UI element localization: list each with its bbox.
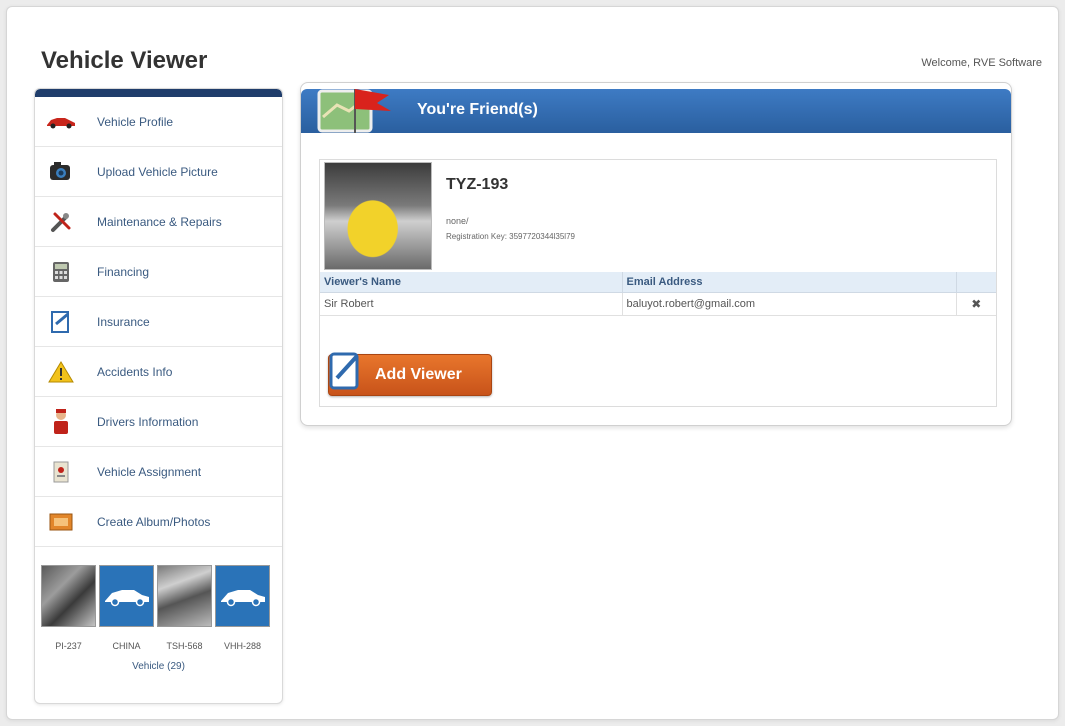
delete-icon[interactable]: ✖	[956, 292, 996, 316]
sidebar-item-upload-picture[interactable]: Upload Vehicle Picture	[35, 147, 282, 197]
sidebar-item-label: Accidents Info	[97, 364, 173, 379]
sidebar-item-label: Vehicle Assignment	[97, 464, 202, 479]
sidebar: Vehicle Profile Upload Vehicle Picture M…	[34, 88, 283, 704]
camera-icon	[45, 158, 77, 186]
viewer-name: Sir Robert	[320, 292, 623, 316]
vehicle-thumb-placeholder[interactable]	[99, 565, 154, 627]
map-flag-icon	[317, 89, 391, 133]
car-silhouette-icon	[220, 590, 265, 607]
column-header-email: Email Address	[622, 272, 957, 293]
vehicle-photo	[324, 162, 432, 270]
sidebar-item-maintenance[interactable]: Maintenance & Repairs	[35, 197, 282, 247]
welcome-text: Welcome, RVE Software	[921, 57, 1042, 69]
add-viewer-button[interactable]: Add Viewer	[328, 352, 492, 396]
sidebar-item-label: Financing	[97, 264, 150, 279]
sidebar-item-label: Vehicle Profile	[97, 114, 174, 129]
vehicle-label[interactable]: TSH-568	[157, 641, 212, 651]
add-viewer-label: Add Viewer	[375, 366, 462, 383]
vehicle-thumb-photo[interactable]	[157, 565, 212, 627]
column-header-actions	[956, 272, 996, 293]
form-pen-icon	[329, 352, 359, 390]
vehicle-label[interactable]: PI-237	[41, 641, 96, 651]
vehicle-owner: none/	[446, 216, 469, 226]
sidebar-item-label: Insurance	[97, 314, 150, 329]
app-title: Vehicle Viewer	[41, 47, 208, 74]
car-silhouette-icon	[104, 590, 149, 607]
sidebar-item-label: Create Album/Photos	[97, 514, 211, 529]
assignment-icon	[45, 458, 77, 486]
sidebar-item-financing[interactable]: Financing	[35, 247, 282, 297]
vehicle-plate: TYZ-193	[446, 176, 509, 193]
sidebar-item-insurance[interactable]: Insurance	[35, 297, 282, 347]
vehicle-label[interactable]: VHH-288	[215, 641, 270, 651]
sidebar-item-label: Maintenance & Repairs	[97, 214, 222, 229]
vehicle-thumbnails	[35, 547, 282, 627]
driver-icon	[45, 408, 77, 436]
vehicle-label[interactable]: CHINA	[99, 641, 154, 651]
sidebar-item-assignment[interactable]: Vehicle Assignment	[35, 447, 282, 497]
calculator-icon	[45, 258, 77, 286]
vehicle-thumb-placeholder[interactable]	[215, 565, 270, 627]
friends-panel: You're Friend(s) TYZ-193 none/ Registrat…	[300, 82, 1012, 426]
vehicle-count-link[interactable]: Vehicle (29)	[35, 661, 282, 672]
warning-icon	[45, 358, 77, 386]
sidebar-top-bar	[35, 89, 282, 97]
insurance-form-icon	[45, 308, 77, 336]
panel-header: You're Friend(s)	[301, 89, 1011, 133]
sidebar-item-drivers[interactable]: Drivers Information	[35, 397, 282, 447]
vehicle-thumb-photo[interactable]	[41, 565, 96, 627]
registration-key: Registration Key: 3597720344l35l79	[446, 232, 575, 241]
sidebar-item-accidents[interactable]: Accidents Info	[35, 347, 282, 397]
panel-title: You're Friend(s)	[417, 101, 538, 118]
viewer-email: baluyot.robert@gmail.com	[622, 292, 957, 316]
car-icon	[45, 108, 77, 136]
tools-icon	[45, 208, 77, 236]
sidebar-item-vehicle-profile[interactable]: Vehicle Profile	[35, 97, 282, 147]
sidebar-item-label: Drivers Information	[97, 414, 199, 429]
sidebar-item-album[interactable]: Create Album/Photos	[35, 497, 282, 547]
add-viewer-row: Add Viewer	[320, 344, 996, 406]
vehicle-thumbnail-labels: PI-237 CHINA TSH-568 VHH-288	[35, 627, 282, 651]
viewers-table: Viewer's Name Email Address Sir Robert b…	[320, 272, 996, 316]
sidebar-item-label: Upload Vehicle Picture	[97, 164, 218, 179]
table-row: Sir Robert baluyot.robert@gmail.com ✖	[320, 292, 996, 316]
friend-card: TYZ-193 none/ Registration Key: 35977203…	[319, 159, 997, 407]
album-icon	[45, 508, 77, 536]
column-header-name: Viewer's Name	[320, 272, 623, 293]
